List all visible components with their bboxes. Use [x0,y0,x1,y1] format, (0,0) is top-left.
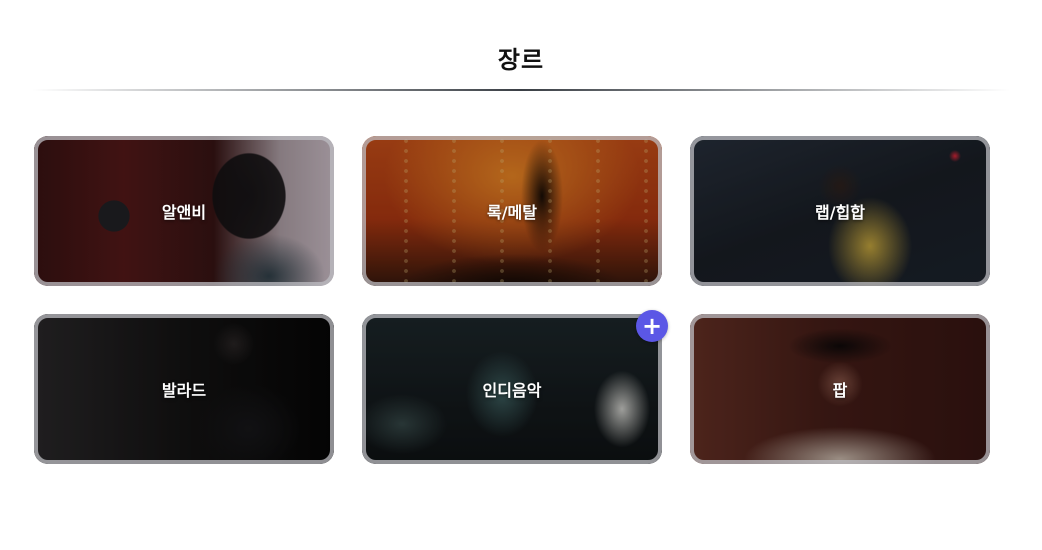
genre-grid: 알앤비 록/메탈 랩/힙합 발라드 인디음악 팝 [34,136,990,464]
genre-label: 록/메탈 [486,203,537,222]
genre-card-rock-metal[interactable]: 록/메탈 [362,136,662,286]
genre-card-rap-hiphop[interactable]: 랩/힙합 [690,136,990,286]
genre-label: 팝 [832,381,848,400]
genre-card-pop[interactable]: 팝 [690,314,990,464]
genre-label: 인디음악 [482,381,542,400]
genre-label: 발라드 [161,381,207,400]
section-divider [32,89,1010,91]
genre-label: 알앤비 [161,203,207,222]
section-title: 장르 [497,46,545,74]
genre-card-ballad[interactable]: 발라드 [34,314,334,464]
genre-card-rnb[interactable]: 알앤비 [34,136,334,286]
genre-card-indie[interactable]: 인디음악 [362,314,662,464]
genre-label: 랩/힙합 [814,203,865,222]
plus-icon: + [641,312,663,340]
add-genre-button[interactable]: + [636,310,668,342]
genre-section: 장르 알앤비 록/메탈 랩/힙합 발라드 인디음악 팝 + [0,0,1042,550]
